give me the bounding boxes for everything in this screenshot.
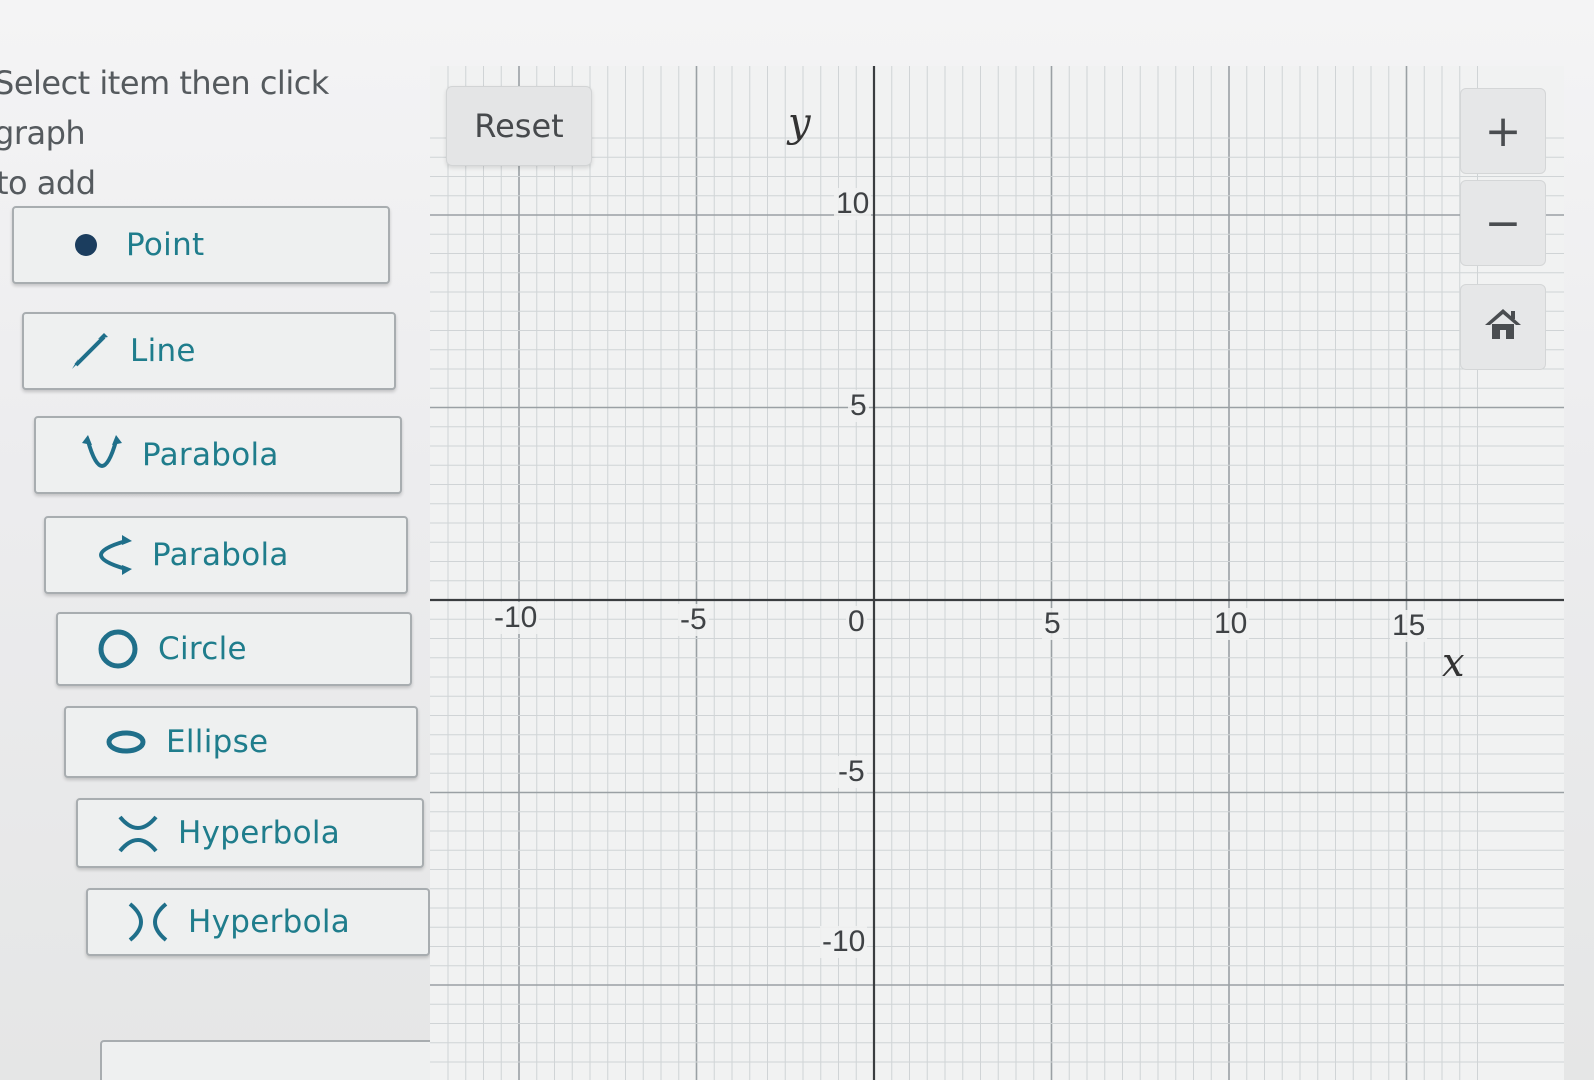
x-tick-label: 0 [846, 605, 867, 638]
home-button[interactable] [1460, 284, 1546, 370]
horizontal-hyperbola-tool-label: Hyperbola [188, 904, 351, 940]
horizontal-parabola-icon [86, 535, 138, 575]
x-tick-label: 5 [1042, 607, 1063, 640]
ellipse-tool-button[interactable]: Ellipse [64, 706, 418, 778]
x-axis-name: x [1442, 640, 1465, 686]
horizontal-parabola-tool-button[interactable]: Parabola [44, 516, 408, 594]
vertical-parabola-tool-label: Parabola [142, 437, 279, 473]
point-icon [60, 225, 112, 265]
x-tick-label: 10 [1212, 607, 1250, 640]
x-tick-label: 15 [1390, 609, 1428, 642]
circle-tool-label: Circle [158, 631, 247, 667]
vertical-hyperbola-tool-button[interactable]: Hyperbola [76, 798, 424, 868]
instruction-line-2: to add [0, 164, 96, 202]
graphing-tool-page: Select item then click graph to add Poin… [0, 0, 1594, 1080]
reset-button[interactable]: Reset [446, 86, 592, 166]
vertical-hyperbola-tool-label: Hyperbola [178, 815, 341, 851]
line-tool-button[interactable]: Line [22, 312, 396, 390]
vertical-hyperbola-icon [112, 813, 164, 853]
line-tool-label: Line [130, 333, 196, 369]
x-tick-label: -5 [678, 603, 709, 636]
partial-tool-button[interactable] [100, 1040, 438, 1080]
y-tick-label: 10 [834, 187, 872, 220]
ellipse-icon [100, 722, 152, 762]
point-tool-label: Point [126, 227, 205, 263]
vertical-parabola-tool-button[interactable]: Parabola [34, 416, 402, 494]
y-axis-name: y [788, 100, 811, 146]
ellipse-tool-label: Ellipse [166, 724, 269, 760]
line-icon [64, 331, 116, 371]
circle-icon [92, 629, 144, 669]
instruction-text: Select item then click graph to add [0, 58, 400, 208]
x-tick-label: -10 [492, 601, 540, 634]
zoom-in-button[interactable]: + [1460, 88, 1546, 174]
home-icon [1483, 302, 1523, 353]
y-tick-label: -10 [820, 925, 868, 958]
horizontal-parabola-tool-label: Parabola [152, 537, 289, 573]
horizontal-hyperbola-icon [122, 902, 174, 942]
y-tick-label: 5 [848, 389, 869, 422]
graph-canvas[interactable] [430, 66, 1564, 1080]
point-tool-button[interactable]: Point [12, 206, 390, 284]
grid-svg[interactable] [430, 66, 1564, 1080]
zoom-out-button[interactable]: − [1460, 180, 1546, 266]
circle-tool-button[interactable]: Circle [56, 612, 412, 686]
y-tick-label: -5 [836, 755, 867, 788]
vertical-parabola-icon [76, 435, 128, 475]
instruction-line-1: Select item then click graph [0, 64, 329, 152]
horizontal-hyperbola-tool-button[interactable]: Hyperbola [86, 888, 430, 956]
